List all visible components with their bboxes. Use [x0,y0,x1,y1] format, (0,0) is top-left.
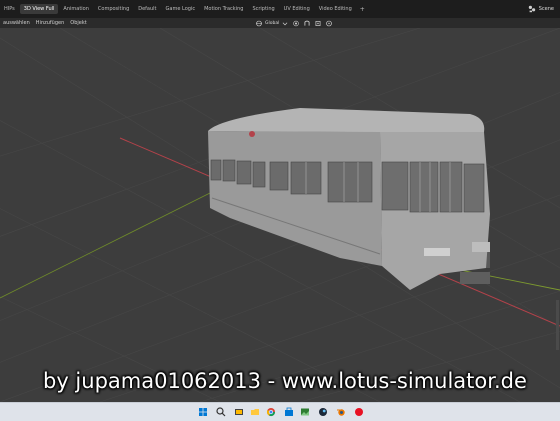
tab-default[interactable]: Default [134,4,160,14]
blender-icon[interactable] [336,407,346,417]
tab-animation[interactable]: Animation [59,4,93,14]
add-workspace-button[interactable]: + [357,6,368,13]
search-icon[interactable] [216,407,226,417]
front-bumper [472,242,490,252]
scene-label: Scene [538,6,554,12]
chrome-icon[interactable] [266,407,276,417]
snap-target-icon[interactable] [314,20,322,27]
snap-icon[interactable] [303,20,311,27]
store-icon[interactable] [284,407,294,417]
tab-video-editing[interactable]: Video Editing [315,4,356,14]
front-headlight-panel [424,248,450,256]
windows-taskbar [0,402,560,421]
tram-roof [208,108,485,132]
chevron-down-icon [283,22,288,25]
menu-object[interactable]: Objekt [67,20,89,26]
transform-orientation-dropdown[interactable]: Global [255,20,289,27]
transform-tools: Global [255,19,333,27]
tab-3d-view-full[interactable]: 3D View Full [19,4,59,14]
windows-start-icon[interactable] [198,407,208,417]
coupler [460,272,490,284]
viewport-scrollbar[interactable] [556,300,559,350]
route-sign [249,131,255,137]
pivot-point-icon[interactable] [292,20,300,27]
y-axis-line [0,187,221,299]
record-icon[interactable] [354,407,364,417]
workspace-tabbar: HIPs 3D View Full Animation Compositing … [0,0,560,18]
tab-game-logic[interactable]: Game Logic [162,4,200,14]
photos-icon[interactable] [300,407,310,417]
front-windows [381,161,485,213]
tab-compositing[interactable]: Compositing [94,4,133,14]
menu-add[interactable]: Hinzufügen [33,20,67,26]
scene-selector[interactable]: Scene [528,5,554,13]
3d-viewport[interactable] [0,28,560,402]
task-view-icon[interactable] [234,407,244,417]
menu-select[interactable]: auswählen [0,20,33,26]
orientation-icon [256,20,262,26]
watermark-text: by jupama01062013 - www.lotus-simulator.… [43,369,527,393]
orientation-label: Global [265,20,280,26]
steam-icon[interactable] [318,407,328,417]
tab-uv-editing[interactable]: UV Editing [280,4,314,14]
file-explorer-icon[interactable] [250,407,260,417]
tab-hips[interactable]: HIPs [0,4,19,14]
proportional-edit-icon[interactable] [325,20,333,27]
tab-motion-tracking[interactable]: Motion Tracking [200,4,247,14]
scene-icon [528,5,535,13]
tab-scripting[interactable]: Scripting [248,4,278,14]
